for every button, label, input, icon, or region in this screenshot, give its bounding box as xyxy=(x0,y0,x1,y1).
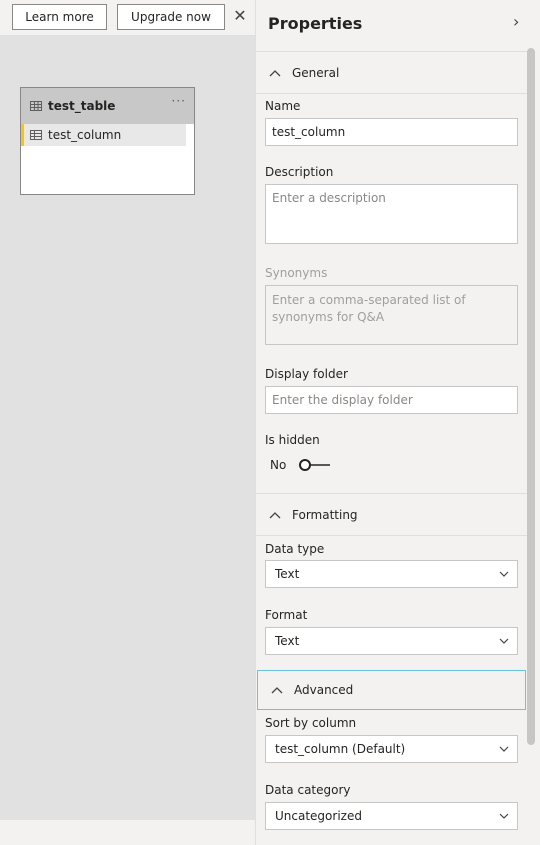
pane-scrollbar[interactable] xyxy=(527,48,535,745)
data-type-label: Data type xyxy=(265,542,325,556)
description-field[interactable]: Enter a description xyxy=(265,184,518,244)
table-name: test_table xyxy=(48,99,116,113)
display-folder-field[interactable]: Enter the display folder xyxy=(265,386,518,414)
display-folder-label: Display folder xyxy=(265,367,348,381)
top-toolbar: Learn more Upgrade now ✕ xyxy=(0,0,255,36)
format-label: Format xyxy=(265,608,308,622)
divider xyxy=(256,535,527,536)
format-value: Text xyxy=(275,634,300,648)
sort-by-column-value: test_column (Default) xyxy=(275,742,406,756)
divider xyxy=(256,51,527,52)
is-hidden-label: Is hidden xyxy=(265,433,320,447)
column-item[interactable]: test_column xyxy=(21,124,186,146)
data-category-label: Data category xyxy=(265,783,351,797)
section-advanced-label: Advanced xyxy=(294,683,354,697)
learn-more-button[interactable]: Learn more xyxy=(12,4,107,30)
chevron-down-icon xyxy=(499,746,509,752)
data-category-select[interactable]: Uncategorized xyxy=(265,802,518,830)
ellipsis-icon[interactable]: ··· xyxy=(172,94,186,108)
name-label: Name xyxy=(265,99,301,113)
properties-pane: Properties › General Name test_column De… xyxy=(255,0,540,845)
report-canvas: Learn more Upgrade now ✕ test_table ··· … xyxy=(0,0,255,845)
data-category-value: Uncategorized xyxy=(275,809,362,823)
divider xyxy=(256,493,527,494)
section-general-label: General xyxy=(292,66,340,80)
chevron-right-icon[interactable]: › xyxy=(513,12,519,31)
pane-title: Properties xyxy=(268,14,363,33)
is-hidden-state: No xyxy=(270,458,287,472)
chevron-up-icon xyxy=(269,512,281,519)
synonyms-field: Enter a comma-separated list of synonyms… xyxy=(265,285,518,345)
column-icon xyxy=(30,130,42,140)
description-label: Description xyxy=(265,165,334,179)
upgrade-now-button[interactable]: Upgrade now xyxy=(117,4,225,30)
format-select[interactable]: Text xyxy=(265,627,518,655)
sort-by-column-label: Sort by column xyxy=(265,716,357,730)
chevron-up-icon xyxy=(271,687,283,694)
name-field[interactable]: test_column xyxy=(265,118,518,146)
is-hidden-toggle-row[interactable]: No xyxy=(270,458,332,472)
section-formatting[interactable]: Formatting xyxy=(256,495,527,535)
canvas-bottom-bar xyxy=(0,820,255,845)
section-formatting-label: Formatting xyxy=(292,508,358,522)
divider xyxy=(256,93,527,94)
sort-by-column-select[interactable]: test_column (Default) xyxy=(265,735,518,763)
table-header[interactable]: test_table ··· xyxy=(21,88,194,124)
close-icon[interactable]: ✕ xyxy=(231,6,249,26)
toggle-switch[interactable] xyxy=(298,458,332,472)
chevron-down-icon xyxy=(499,813,509,819)
table-card[interactable]: test_table ··· test_column xyxy=(20,87,195,195)
synonyms-label: Synonyms xyxy=(265,266,328,280)
chevron-up-icon xyxy=(269,70,281,77)
section-advanced[interactable]: Advanced xyxy=(257,670,526,710)
chevron-down-icon xyxy=(499,638,509,644)
column-name: test_column xyxy=(48,128,122,142)
data-type-select[interactable]: Text xyxy=(265,560,518,588)
chevron-down-icon xyxy=(499,571,509,577)
table-icon xyxy=(30,101,42,111)
data-type-value: Text xyxy=(275,567,300,581)
section-general[interactable]: General xyxy=(256,53,527,93)
